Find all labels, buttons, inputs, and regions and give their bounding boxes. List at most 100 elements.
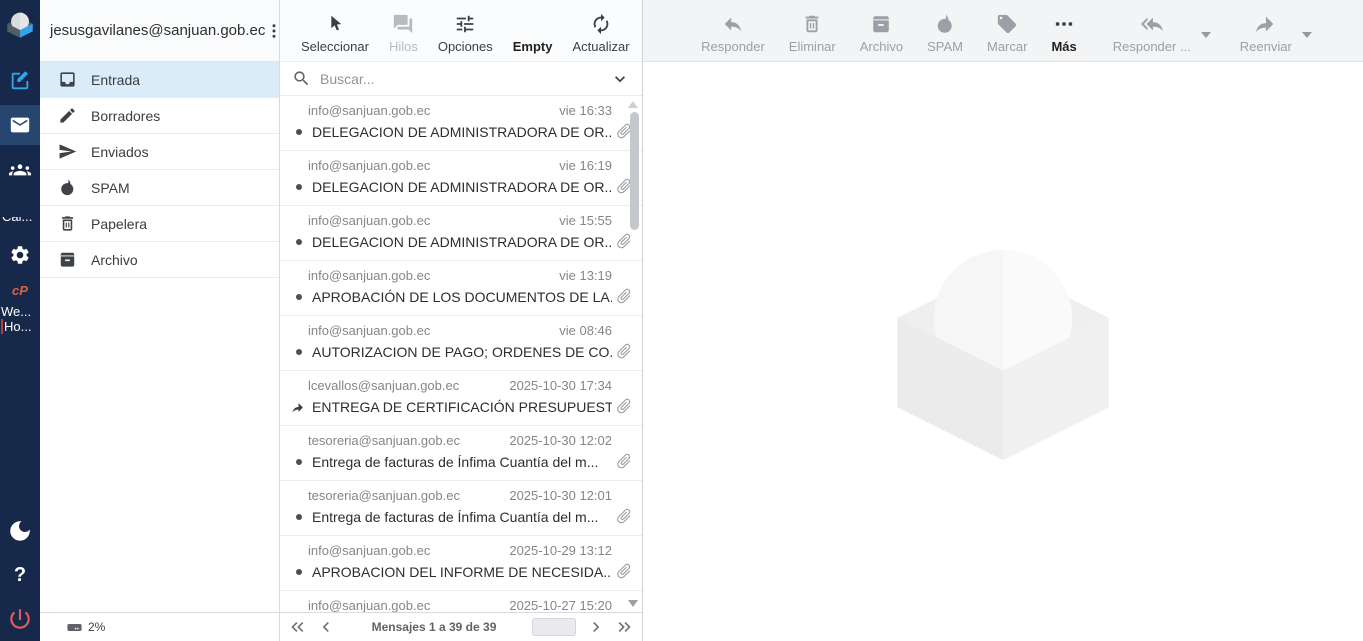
- unread-dot-icon: [296, 459, 302, 465]
- forward-dropdown-caret[interactable]: [1302, 32, 1312, 38]
- options-button[interactable]: Opciones: [431, 6, 500, 56]
- page-number-input[interactable]: [532, 618, 576, 636]
- folder-list: Entrada Borradores Enviados SPAM Papeler…: [40, 62, 279, 612]
- webhost-link[interactable]: We... Ho...: [0, 304, 40, 334]
- search-input[interactable]: [320, 71, 601, 87]
- message-list-item[interactable]: lcevallos@sanjuan.gob.ec 2025-10-30 17:3…: [280, 371, 642, 426]
- folder-spam[interactable]: SPAM: [40, 170, 279, 206]
- folder-label: Archivo: [91, 252, 138, 268]
- mail-icon[interactable]: [0, 105, 40, 145]
- reply-icon: [722, 13, 744, 35]
- forward-button[interactable]: Reenviar: [1233, 6, 1299, 56]
- first-page-button[interactable]: [288, 617, 308, 637]
- refresh-icon: [590, 13, 612, 35]
- unread-dot-icon: [296, 239, 302, 245]
- reply-button[interactable]: Responder: [694, 6, 772, 56]
- dark-mode-moon-icon[interactable]: [0, 511, 40, 551]
- account-header: jesusgavilanes@sanjuan.gob.ec: [40, 0, 279, 62]
- unread-dot-icon: [296, 294, 302, 300]
- search-bar: [280, 62, 642, 96]
- unread-dot-icon: [296, 129, 302, 135]
- mark-button[interactable]: Marcar: [980, 6, 1034, 56]
- forward-group: Reenviar: [1233, 6, 1312, 56]
- message-status: [292, 129, 305, 135]
- cpanel-logo[interactable]: cP: [12, 283, 28, 298]
- snappymail-watermark: [886, 229, 1121, 464]
- message-date: 2025-10-30 12:01: [509, 488, 612, 503]
- logout-power-icon[interactable]: [0, 599, 40, 639]
- storage-drive-icon: [66, 619, 83, 636]
- send-icon: [58, 142, 77, 161]
- unread-dot-icon: [296, 569, 302, 575]
- reply-all-button[interactable]: Responder ...: [1106, 6, 1198, 56]
- select-button[interactable]: Seleccionar: [294, 6, 376, 56]
- message-status: [292, 294, 305, 300]
- unread-dot-icon: [296, 349, 302, 355]
- prev-page-button[interactable]: [316, 617, 336, 637]
- message-date: vie 15:55: [559, 213, 612, 228]
- scroll-down-arrow[interactable]: [628, 600, 638, 607]
- compose-icon[interactable]: [0, 61, 40, 101]
- chat-bubbles-icon: [392, 13, 414, 35]
- reply-all-icon: [1141, 13, 1163, 35]
- list-toolbar: Seleccionar Hilos Opciones Empty Actuali…: [280, 0, 642, 62]
- trash-icon: [58, 214, 77, 233]
- message-list-item[interactable]: info@sanjuan.gob.ec vie 08:46 AUTORIZACI…: [280, 316, 642, 371]
- message-list-item[interactable]: info@sanjuan.gob.ec vie 16:19 DELEGACION…: [280, 151, 642, 206]
- message-sender: tesoreria@sanjuan.gob.ec: [308, 433, 460, 448]
- folder-label: SPAM: [91, 180, 130, 196]
- message-list-item[interactable]: tesoreria@sanjuan.gob.ec 2025-10-30 12:0…: [280, 426, 642, 481]
- message-list-item[interactable]: tesoreria@sanjuan.gob.ec 2025-10-30 12:0…: [280, 481, 642, 536]
- threads-button[interactable]: Hilos: [382, 6, 425, 56]
- attachment-paperclip-icon: [611, 393, 636, 418]
- empty-folder-button[interactable]: Empty: [506, 6, 560, 56]
- folder-papelera[interactable]: Papelera: [40, 206, 279, 242]
- attachment-paperclip-icon: [611, 283, 636, 308]
- folder-borradores[interactable]: Borradores: [40, 98, 279, 134]
- scrollbar-thumb[interactable]: [630, 112, 639, 230]
- message-list-item[interactable]: info@sanjuan.gob.ec vie 13:19 APROBACIÓN…: [280, 261, 642, 316]
- message-list-item[interactable]: info@sanjuan.gob.ec 2025-10-27 15:20: [280, 591, 642, 612]
- spam-button[interactable]: SPAM: [920, 6, 970, 56]
- forwarded-arrow-icon: [292, 400, 305, 415]
- folder-archivo[interactable]: Archivo: [40, 242, 279, 278]
- message-subject: ENTREGA DE CERTIFICACIÓN PRESUPUEST...: [312, 399, 612, 415]
- message-list-item[interactable]: info@sanjuan.gob.ec vie 16:33 DELEGACION…: [280, 96, 642, 151]
- webmail-app: Cal... cP We... Ho... ? jesusgavilanes@s…: [0, 0, 1363, 641]
- refresh-button[interactable]: Actualizar: [566, 6, 637, 56]
- settings-gear-icon[interactable]: [0, 235, 40, 275]
- message-sender: info@sanjuan.gob.ec: [308, 158, 430, 173]
- forward-icon: [1255, 13, 1277, 35]
- reply-all-dropdown-caret[interactable]: [1201, 32, 1211, 38]
- pencil-icon: [58, 106, 77, 125]
- delete-button[interactable]: Eliminar: [782, 6, 843, 56]
- pagination-status: Mensajes 1 a 39 de 39: [344, 620, 524, 634]
- help-icon[interactable]: ?: [0, 555, 40, 595]
- folder-label: Papelera: [91, 216, 147, 232]
- attachment-paperclip-icon: [611, 558, 636, 583]
- contacts-icon[interactable]: [0, 149, 40, 189]
- calendar-label-clipped[interactable]: Cal...: [0, 217, 40, 227]
- scroll-up-arrow[interactable]: [628, 101, 638, 108]
- left-rail: Cal... cP We... Ho... ?: [0, 0, 40, 641]
- message-sender: tesoreria@sanjuan.gob.ec: [308, 488, 460, 503]
- search-expand-chevron-icon[interactable]: [610, 69, 630, 89]
- next-page-button[interactable]: [586, 617, 606, 637]
- message-list-item[interactable]: info@sanjuan.gob.ec 2025-10-29 13:12 APR…: [280, 536, 642, 591]
- message-list-item[interactable]: info@sanjuan.gob.ec vie 15:55 DELEGACION…: [280, 206, 642, 261]
- message-sender: info@sanjuan.gob.ec: [308, 598, 430, 612]
- message-status: [292, 569, 305, 575]
- attachment-paperclip-icon: [611, 338, 636, 363]
- message-status: [292, 400, 305, 415]
- folder-enviados[interactable]: Enviados: [40, 134, 279, 170]
- folder-entrada[interactable]: Entrada: [40, 62, 279, 98]
- last-page-button[interactable]: [614, 617, 634, 637]
- message-date: vie 16:33: [559, 103, 612, 118]
- folder-label: Entrada: [91, 72, 140, 88]
- archive-button[interactable]: Archivo: [853, 6, 910, 56]
- inbox-icon: [58, 70, 77, 89]
- message-date: 2025-10-29 13:12: [509, 543, 612, 558]
- quota-bar: 2%: [40, 612, 279, 641]
- more-button[interactable]: Más: [1044, 6, 1083, 56]
- message-date: 2025-10-30 12:02: [509, 433, 612, 448]
